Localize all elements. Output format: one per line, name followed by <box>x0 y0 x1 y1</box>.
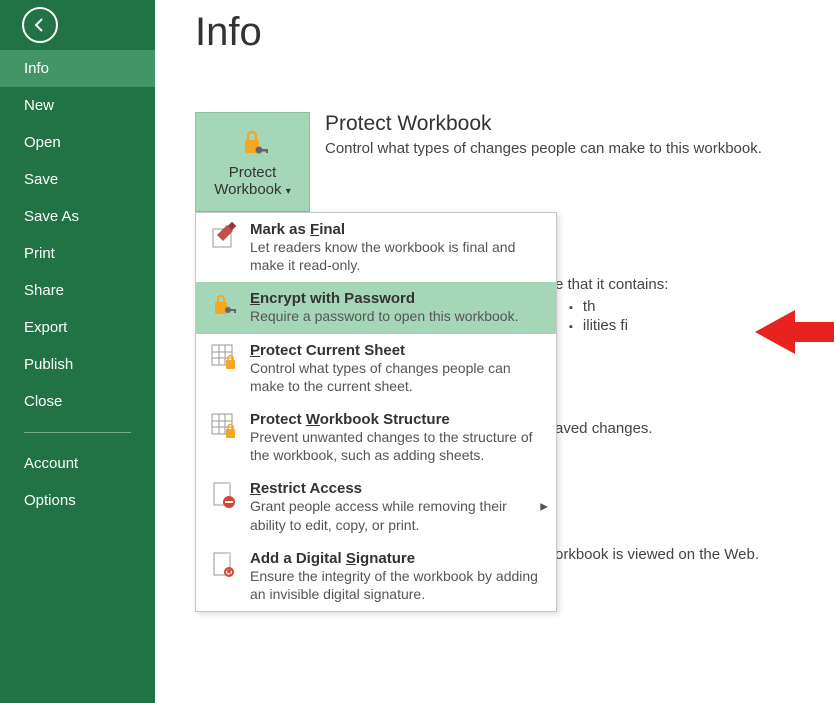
section-desc: Control what types of changes people can… <box>325 140 762 157</box>
section-browser: orkbook is viewed on the Web. <box>555 546 759 563</box>
menu-item-encrypt-password[interactable]: Encrypt with Password Require a password… <box>196 282 556 333</box>
menu-item-title: Encrypt with Password <box>250 290 544 307</box>
menu-item-title: Add a Digital Signature <box>250 550 544 567</box>
signature-icon <box>208 550 240 582</box>
submenu-arrow-icon: ▶ <box>540 502 548 513</box>
menu-item-desc: Require a password to open this workbook… <box>250 307 544 325</box>
protect-workbook-dropdown: Mark as Final Let readers know the workb… <box>195 212 557 612</box>
menu-item-desc: Let readers know the workbook is final a… <box>250 238 544 274</box>
sidebar-item-options[interactable]: Options <box>0 482 155 519</box>
inspect-intro: e that it contains: <box>555 276 668 293</box>
menu-item-title: Mark as Final <box>250 221 544 238</box>
menu-item-protect-sheet[interactable]: Protect Current Sheet Control what types… <box>196 334 556 403</box>
sidebar-item-info[interactable]: Info <box>0 50 155 87</box>
inspect-item: th <box>569 297 668 316</box>
sidebar-item-publish[interactable]: Publish <box>0 346 155 383</box>
sidebar-item-print[interactable]: Print <box>0 235 155 272</box>
main-panel: Info Protect Workbook ▾ Protect Workbook… <box>155 0 834 703</box>
mark-final-icon <box>208 221 240 253</box>
lock-key-icon <box>236 126 270 160</box>
sidebar-item-save[interactable]: Save <box>0 161 155 198</box>
sidebar-item-account[interactable]: Account <box>0 445 155 482</box>
menu-item-desc: Grant people access while removing their… <box>250 497 544 533</box>
section-manage: aved changes. <box>555 414 653 437</box>
menu-item-desc: Ensure the integrity of the workbook by … <box>250 567 544 603</box>
menu-item-title: Protect Workbook Structure <box>250 411 544 428</box>
sidebar-item-save-as[interactable]: Save As <box>0 198 155 235</box>
sidebar-item-export[interactable]: Export <box>0 309 155 346</box>
workbook-lock-icon <box>208 411 240 443</box>
manage-row: aved changes. <box>555 420 653 437</box>
restrict-access-icon <box>208 480 240 512</box>
sidebar-item-new[interactable]: New <box>0 87 155 124</box>
menu-item-desc: Prevent unwanted changes to the structur… <box>250 428 544 464</box>
menu-item-desc: Control what types of changes people can… <box>250 359 544 395</box>
back-button[interactable] <box>15 0 65 50</box>
menu-item-mark-as-final[interactable]: Mark as Final Let readers know the workb… <box>196 213 556 282</box>
backstage-sidebar: Info New Open Save Save As Print Share E… <box>0 0 155 703</box>
section-protect-workbook: Protect Workbook Control what types of c… <box>325 112 762 157</box>
browser-desc: orkbook is viewed on the Web. <box>555 546 759 563</box>
back-arrow-icon <box>22 7 58 43</box>
sidebar-divider <box>24 432 131 433</box>
menu-item-title: Protect Current Sheet <box>250 342 544 359</box>
section-title: Protect Workbook <box>325 112 762 136</box>
menu-item-restrict-access[interactable]: Restrict Access Grant people access whil… <box>196 472 556 541</box>
menu-item-digital-signature[interactable]: Add a Digital Signature Ensure the integ… <box>196 542 556 611</box>
menu-item-title: Restrict Access <box>250 480 544 497</box>
menu-item-protect-structure[interactable]: Protect Workbook Structure Prevent unwan… <box>196 403 556 472</box>
annotation-arrow-icon <box>755 302 834 362</box>
sidebar-item-open[interactable]: Open <box>0 124 155 161</box>
sidebar-item-close[interactable]: Close <box>0 383 155 420</box>
lock-key-icon <box>208 290 240 322</box>
page-title: Info <box>195 10 794 55</box>
section-inspect: e that it contains: th ilities fi <box>555 276 668 335</box>
sidebar-item-share[interactable]: Share <box>0 272 155 309</box>
inspect-item: ilities fi <box>569 316 668 335</box>
sheet-lock-icon <box>208 342 240 374</box>
protect-button-label: Protect Workbook ▾ <box>214 164 290 198</box>
protect-workbook-button[interactable]: Protect Workbook ▾ <box>195 112 310 212</box>
